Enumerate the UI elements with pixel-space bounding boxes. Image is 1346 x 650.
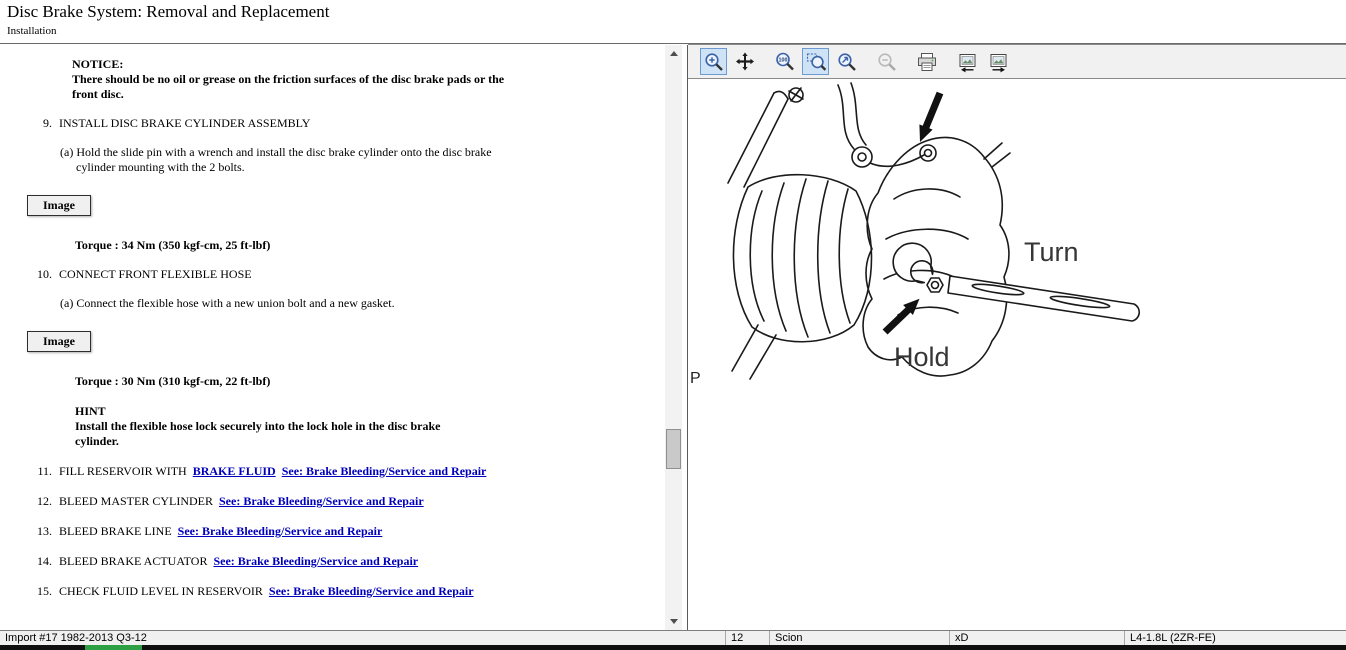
step-number: 12.	[32, 494, 52, 509]
step-title: INSTALL DISC BRAKE CYLINDER ASSEMBLY	[59, 116, 310, 130]
zoom-dynamic-button[interactable]	[833, 48, 860, 75]
status-bar: Import #17 1982-2013 Q3-12 12 Scion xD L…	[0, 630, 1346, 645]
caliper-drawing	[728, 83, 1010, 379]
step-text: CHECK FLUID LEVEL IN RESERVOIR	[59, 584, 263, 598]
status-make: Scion	[770, 631, 950, 645]
step-number: 14.	[32, 554, 52, 569]
step-number: 13.	[32, 524, 52, 539]
prev-figure-button[interactable]	[953, 48, 980, 75]
list-item: 11. FILL RESERVOIR WITH BRAKE FLUID See: Br…	[0, 464, 663, 479]
step-9a-text: (a) Hold the slide pin with a wrench and…	[76, 145, 524, 175]
step-title: CONNECT FRONT FLEXIBLE HOSE	[59, 267, 252, 281]
header: Disc Brake System: Removal and Replaceme…	[0, 0, 1346, 44]
zoom-out-button[interactable]	[873, 48, 900, 75]
hold-label: Hold	[894, 342, 950, 372]
step-number: 9.	[32, 116, 52, 131]
status-page-count: 12	[726, 631, 770, 645]
zoom-dynamic-icon	[836, 51, 858, 73]
see-brake-bleeding-link[interactable]: See: Brake Bleeding/Service and Repair	[213, 554, 418, 568]
zoom-out-icon	[876, 51, 898, 73]
step-text: FILL RESERVOIR WITH	[59, 464, 187, 478]
next-figure-button[interactable]	[984, 48, 1011, 75]
scrollbar-thumb[interactable]	[666, 429, 681, 469]
list-item: 12. BLEED MASTER CYLINDER See: Brake Bleed…	[0, 494, 663, 509]
step-10a-text: (a) Connect the flexible hose with a new…	[76, 296, 524, 311]
list-item: 13. BLEED BRAKE LINE See: Brake Bleeding/S…	[0, 524, 663, 539]
notice-label: NOTICE:	[72, 57, 663, 72]
step-text: BLEED BRAKE ACTUATOR	[59, 554, 207, 568]
next-figure-icon	[987, 51, 1009, 73]
document-pane: NOTICE: There should be no oil or grease…	[0, 45, 682, 630]
zoom-100-icon: 100	[774, 51, 796, 73]
scroll-up-button[interactable]	[665, 45, 682, 62]
hint-label: HINT	[75, 404, 663, 419]
step-9-heading: 9. INSTALL DISC BRAKE CYLINDER ASSEMBLY	[0, 116, 663, 131]
notice-text: There should be no oil or grease on the …	[72, 72, 524, 102]
figure-canvas[interactable]: Turn Hold P	[688, 79, 1346, 630]
step-10-heading: 10. CONNECT FRONT FLEXIBLE HOSE	[0, 267, 663, 282]
prev-figure-icon	[956, 51, 978, 73]
zoom-in-button[interactable]	[700, 48, 727, 75]
brake-service-figure: Turn Hold P	[688, 79, 1346, 630]
step-10-torque: Torque : 30 Nm (310 kgf-cm, 22 ft-lbf)	[75, 374, 663, 389]
step-number: 10.	[32, 267, 52, 282]
taskbar-green-segment	[85, 645, 142, 650]
zoom-window-icon	[805, 51, 827, 73]
page-subtitle: Installation	[7, 25, 57, 37]
pan-button[interactable]	[731, 48, 758, 75]
list-item: 14. BLEED BRAKE ACTUATOR See: Brake Bleedi…	[0, 554, 663, 569]
see-brake-bleeding-link[interactable]: See: Brake Bleeding/Service and Repair	[269, 584, 474, 598]
scroll-down-button[interactable]	[665, 613, 682, 630]
hint-text: Install the flexible hose lock securely …	[75, 419, 477, 449]
page-title: Disc Brake System: Removal and Replaceme…	[7, 2, 329, 22]
step-text: BLEED MASTER CYLINDER	[59, 494, 213, 508]
status-model: xD	[950, 631, 1125, 645]
step-text: BLEED BRAKE LINE	[59, 524, 172, 538]
step-9-torque: Torque : 34 Nm (350 kgf-cm, 25 ft-lbf)	[75, 238, 663, 253]
status-engine: L4-1.8L (2ZR-FE)	[1125, 631, 1346, 645]
page-letter: P	[690, 370, 701, 387]
step-number: 15.	[32, 584, 52, 599]
zoom-100-button[interactable]: 100	[771, 48, 798, 75]
app-window: Disc Brake System: Removal and Replaceme…	[0, 0, 1346, 650]
status-import: Import #17 1982-2013 Q3-12	[0, 631, 726, 645]
see-brake-bleeding-link[interactable]: See: Brake Bleeding/Service and Repair	[219, 494, 424, 508]
taskbar-strip	[0, 645, 1346, 650]
image-button-step9[interactable]: Image	[27, 195, 91, 216]
document-scrollbar[interactable]	[665, 45, 682, 630]
document-content: NOTICE: There should be no oil or grease…	[0, 45, 663, 630]
notice-block: NOTICE: There should be no oil or grease…	[72, 57, 663, 102]
zoom-in-icon	[703, 51, 725, 73]
image-viewer-toolbar: 100	[688, 44, 1346, 79]
print-icon	[916, 51, 938, 73]
see-brake-bleeding-link[interactable]: See: Brake Bleeding/Service and Repair	[178, 524, 383, 538]
image-viewer-pane: 100	[688, 44, 1346, 630]
zoom-window-button[interactable]	[802, 48, 829, 75]
step-number: 11.	[32, 464, 52, 479]
brake-fluid-link[interactable]: BRAKE FLUID	[193, 464, 276, 478]
image-button-step10[interactable]: Image	[27, 331, 91, 352]
hold-arrow-icon	[883, 299, 920, 335]
zoom-100-label: 100	[778, 57, 787, 63]
wrench-drawing	[893, 243, 1139, 321]
chevron-up-icon	[670, 51, 678, 56]
pan-icon	[734, 51, 756, 73]
list-item: 15. CHECK FLUID LEVEL IN RESERVOIR See: Br…	[0, 584, 663, 599]
see-brake-bleeding-link[interactable]: See: Brake Bleeding/Service and Repair	[282, 464, 487, 478]
chevron-down-icon	[670, 619, 678, 624]
turn-label: Turn	[1024, 237, 1079, 267]
print-button[interactable]	[913, 48, 940, 75]
turn-arrow-icon	[919, 92, 943, 142]
